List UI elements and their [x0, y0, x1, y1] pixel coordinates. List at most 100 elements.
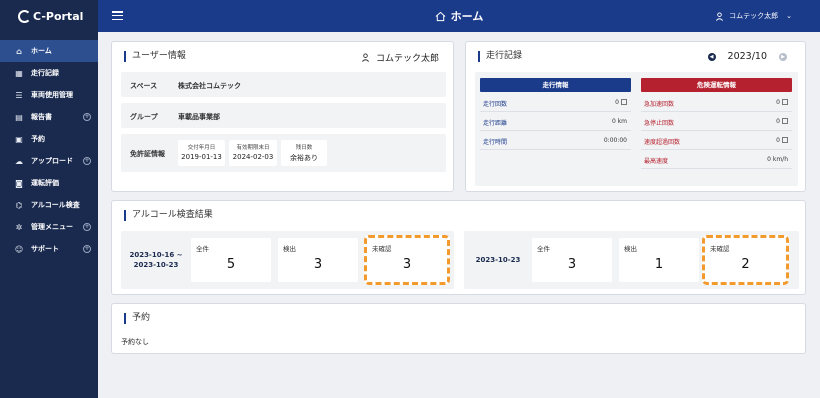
detail-icon[interactable]: [782, 137, 788, 143]
sidebar-item[interactable]: ✲ 管理メニュー +: [0, 216, 98, 238]
car-icon: ◙: [15, 178, 23, 188]
stat-value: 3: [313, 257, 323, 272]
stat-detected[interactable]: 検出 3: [278, 238, 358, 282]
sidebar-item-label: 走行記録: [31, 69, 59, 77]
license-header: 残日数: [295, 145, 313, 151]
sidebar-item-label: アルコール検査: [31, 201, 80, 209]
sidebar-item[interactable]: ☁ アップロード +: [0, 150, 98, 172]
expand-icon[interactable]: +: [83, 223, 91, 231]
driving-record-title: 走行記録: [478, 51, 522, 62]
stat-label: 未確認: [372, 245, 392, 253]
sidebar-item[interactable]: ◙ 運転評価: [0, 172, 98, 194]
license-remaining-days: 残日数 余裕あり: [281, 140, 327, 166]
record-row: 急加速回数 0: [641, 93, 792, 112]
record-row: 急停止回数 0: [641, 112, 792, 131]
record-value: 0: [776, 118, 788, 125]
sidebar-item-label: 報告書: [31, 113, 52, 121]
stat-detected[interactable]: 検出 1: [619, 238, 699, 282]
stat-unconfirmed[interactable]: 未確認 3: [364, 235, 450, 285]
record-label: 急加速回数: [644, 101, 675, 108]
group-value: 車載品事業部: [178, 113, 220, 121]
page-title-text: ホーム: [450, 10, 484, 23]
license-value: 2024-02-03: [232, 153, 274, 161]
sidebar-item[interactable]: ⌬ アルコール検査: [0, 194, 98, 216]
record-value-text: 0:00:00: [603, 137, 627, 144]
stat-label: 全件: [196, 245, 209, 253]
record-row: 走行回数 0: [480, 93, 631, 112]
alcohol-check-title: アルコール検査結果: [124, 210, 213, 221]
detail-icon[interactable]: [621, 99, 627, 105]
record-value-text: 0: [776, 118, 780, 125]
expand-icon[interactable]: +: [83, 113, 91, 121]
danger-info-header: 危険運転情報: [641, 78, 792, 92]
detail-icon[interactable]: [782, 118, 788, 124]
sidebar-item[interactable]: ⌂ ホーム: [0, 40, 98, 62]
record-label: 最高速度: [644, 158, 669, 165]
user-menu[interactable]: コムテック太郎 ⌄: [715, 11, 792, 21]
stat-label: 検出: [283, 245, 296, 253]
detail-icon[interactable]: [782, 99, 788, 105]
driving-record-card: 走行記録 ◀ 2023/10 ▶ 走行情報 危険運転情報 走行回数 0 走行距離 0 …: [465, 41, 806, 214]
chevron-down-icon: ⌄: [786, 12, 792, 20]
license-value: 2019-01-13: [181, 153, 222, 161]
user-icon: [361, 53, 369, 62]
sidebar-item-label: 管理メニュー: [31, 223, 73, 231]
user-info-card: ユーザー情報 コムテック太郎 スペース 株式会社コムテック グループ 車載品事業…: [111, 41, 454, 192]
document-icon: ▤: [15, 112, 23, 122]
license-value: 余裕あり: [290, 154, 318, 162]
sidebar-item[interactable]: ☺ サポート +: [0, 238, 98, 260]
license-expiry-date: 有効期限末日 2024-02-03: [229, 140, 277, 166]
alcohol-check-card: アルコール検査結果 2023-10-16 ~ 2023-10-23 全件 5 検…: [111, 200, 806, 295]
record-label: 急停止回数: [644, 120, 675, 127]
sidebar-item[interactable]: ▤ 報告書 +: [0, 106, 98, 128]
sidebar-item-label: 車両使用管理: [31, 91, 73, 99]
stat-label: 全件: [537, 245, 550, 253]
record-row: 速度超過回数 0: [641, 131, 792, 150]
license-row: 免許証情報 交付年月日 2019-01-13 有効期限末日 2024-02-03…: [121, 134, 446, 172]
sidebar-item[interactable]: ☰ 車両使用管理: [0, 84, 98, 106]
logo-text: C-Portal: [33, 9, 84, 23]
record-value-text: 0 km/h: [767, 156, 788, 163]
reservation-title: 予約: [124, 313, 150, 324]
logo-mark-icon: [18, 9, 31, 23]
sidebar-item-label: 運転評価: [31, 179, 59, 187]
record-value: 0 km: [612, 118, 627, 125]
sidebar-item-label: サポート: [31, 245, 59, 253]
record-row: 走行時間 0:00:00: [480, 131, 631, 150]
record-row: 最高速度 0 km/h: [641, 150, 792, 169]
driving-record-panel: 走行情報 危険運転情報 走行回数 0 走行距離 0 km 走行時間 0:00:00 急加速…: [475, 72, 798, 214]
alcohol-check-icon: ⌬: [15, 200, 23, 210]
stat-total[interactable]: 全件 5: [191, 238, 271, 282]
logo[interactable]: C-Portal: [0, 0, 98, 32]
record-label: 走行距離: [483, 120, 508, 127]
calendar-icon: ▣: [15, 134, 23, 144]
stat-value: 1: [654, 257, 664, 272]
space-label: スペース: [130, 82, 158, 90]
license-header: 交付年月日: [187, 145, 216, 151]
prev-month-icon[interactable]: ◀: [707, 52, 716, 61]
record-value: 0: [776, 99, 788, 106]
record-label: 速度超過回数: [644, 139, 681, 146]
license-issue-date: 交付年月日 2019-01-13: [178, 140, 225, 166]
gear-icon: ✲: [15, 222, 23, 232]
sidebar-item[interactable]: ▣ 予約: [0, 128, 98, 150]
date-line: 2023-10-16 ~: [129, 251, 183, 259]
space-row: スペース 株式会社コムテック: [121, 72, 446, 97]
reservation-empty-text: 予約なし: [121, 338, 149, 346]
expand-icon[interactable]: +: [83, 157, 91, 165]
expand-icon[interactable]: +: [83, 245, 91, 253]
user-icon: [716, 11, 724, 21]
user-menu-name: コムテック太郎: [729, 12, 779, 20]
next-month-icon[interactable]: ▶: [779, 52, 787, 61]
stat-value: 3: [567, 257, 577, 272]
sidebar-item[interactable]: ▦ 走行記録: [0, 62, 98, 84]
record-value: 0: [615, 99, 627, 106]
list-icon: ☰: [15, 90, 23, 100]
stat-total[interactable]: 全件 3: [532, 238, 612, 282]
record-row: 走行距離 0 km: [480, 112, 631, 131]
stat-value: 3: [402, 257, 412, 272]
alcohol-date-range: 2023-10-23: [464, 255, 532, 265]
record-value-text: 0: [776, 137, 780, 144]
home-icon: ⌂: [16, 46, 22, 56]
stat-unconfirmed[interactable]: 未確認 2: [702, 235, 789, 285]
